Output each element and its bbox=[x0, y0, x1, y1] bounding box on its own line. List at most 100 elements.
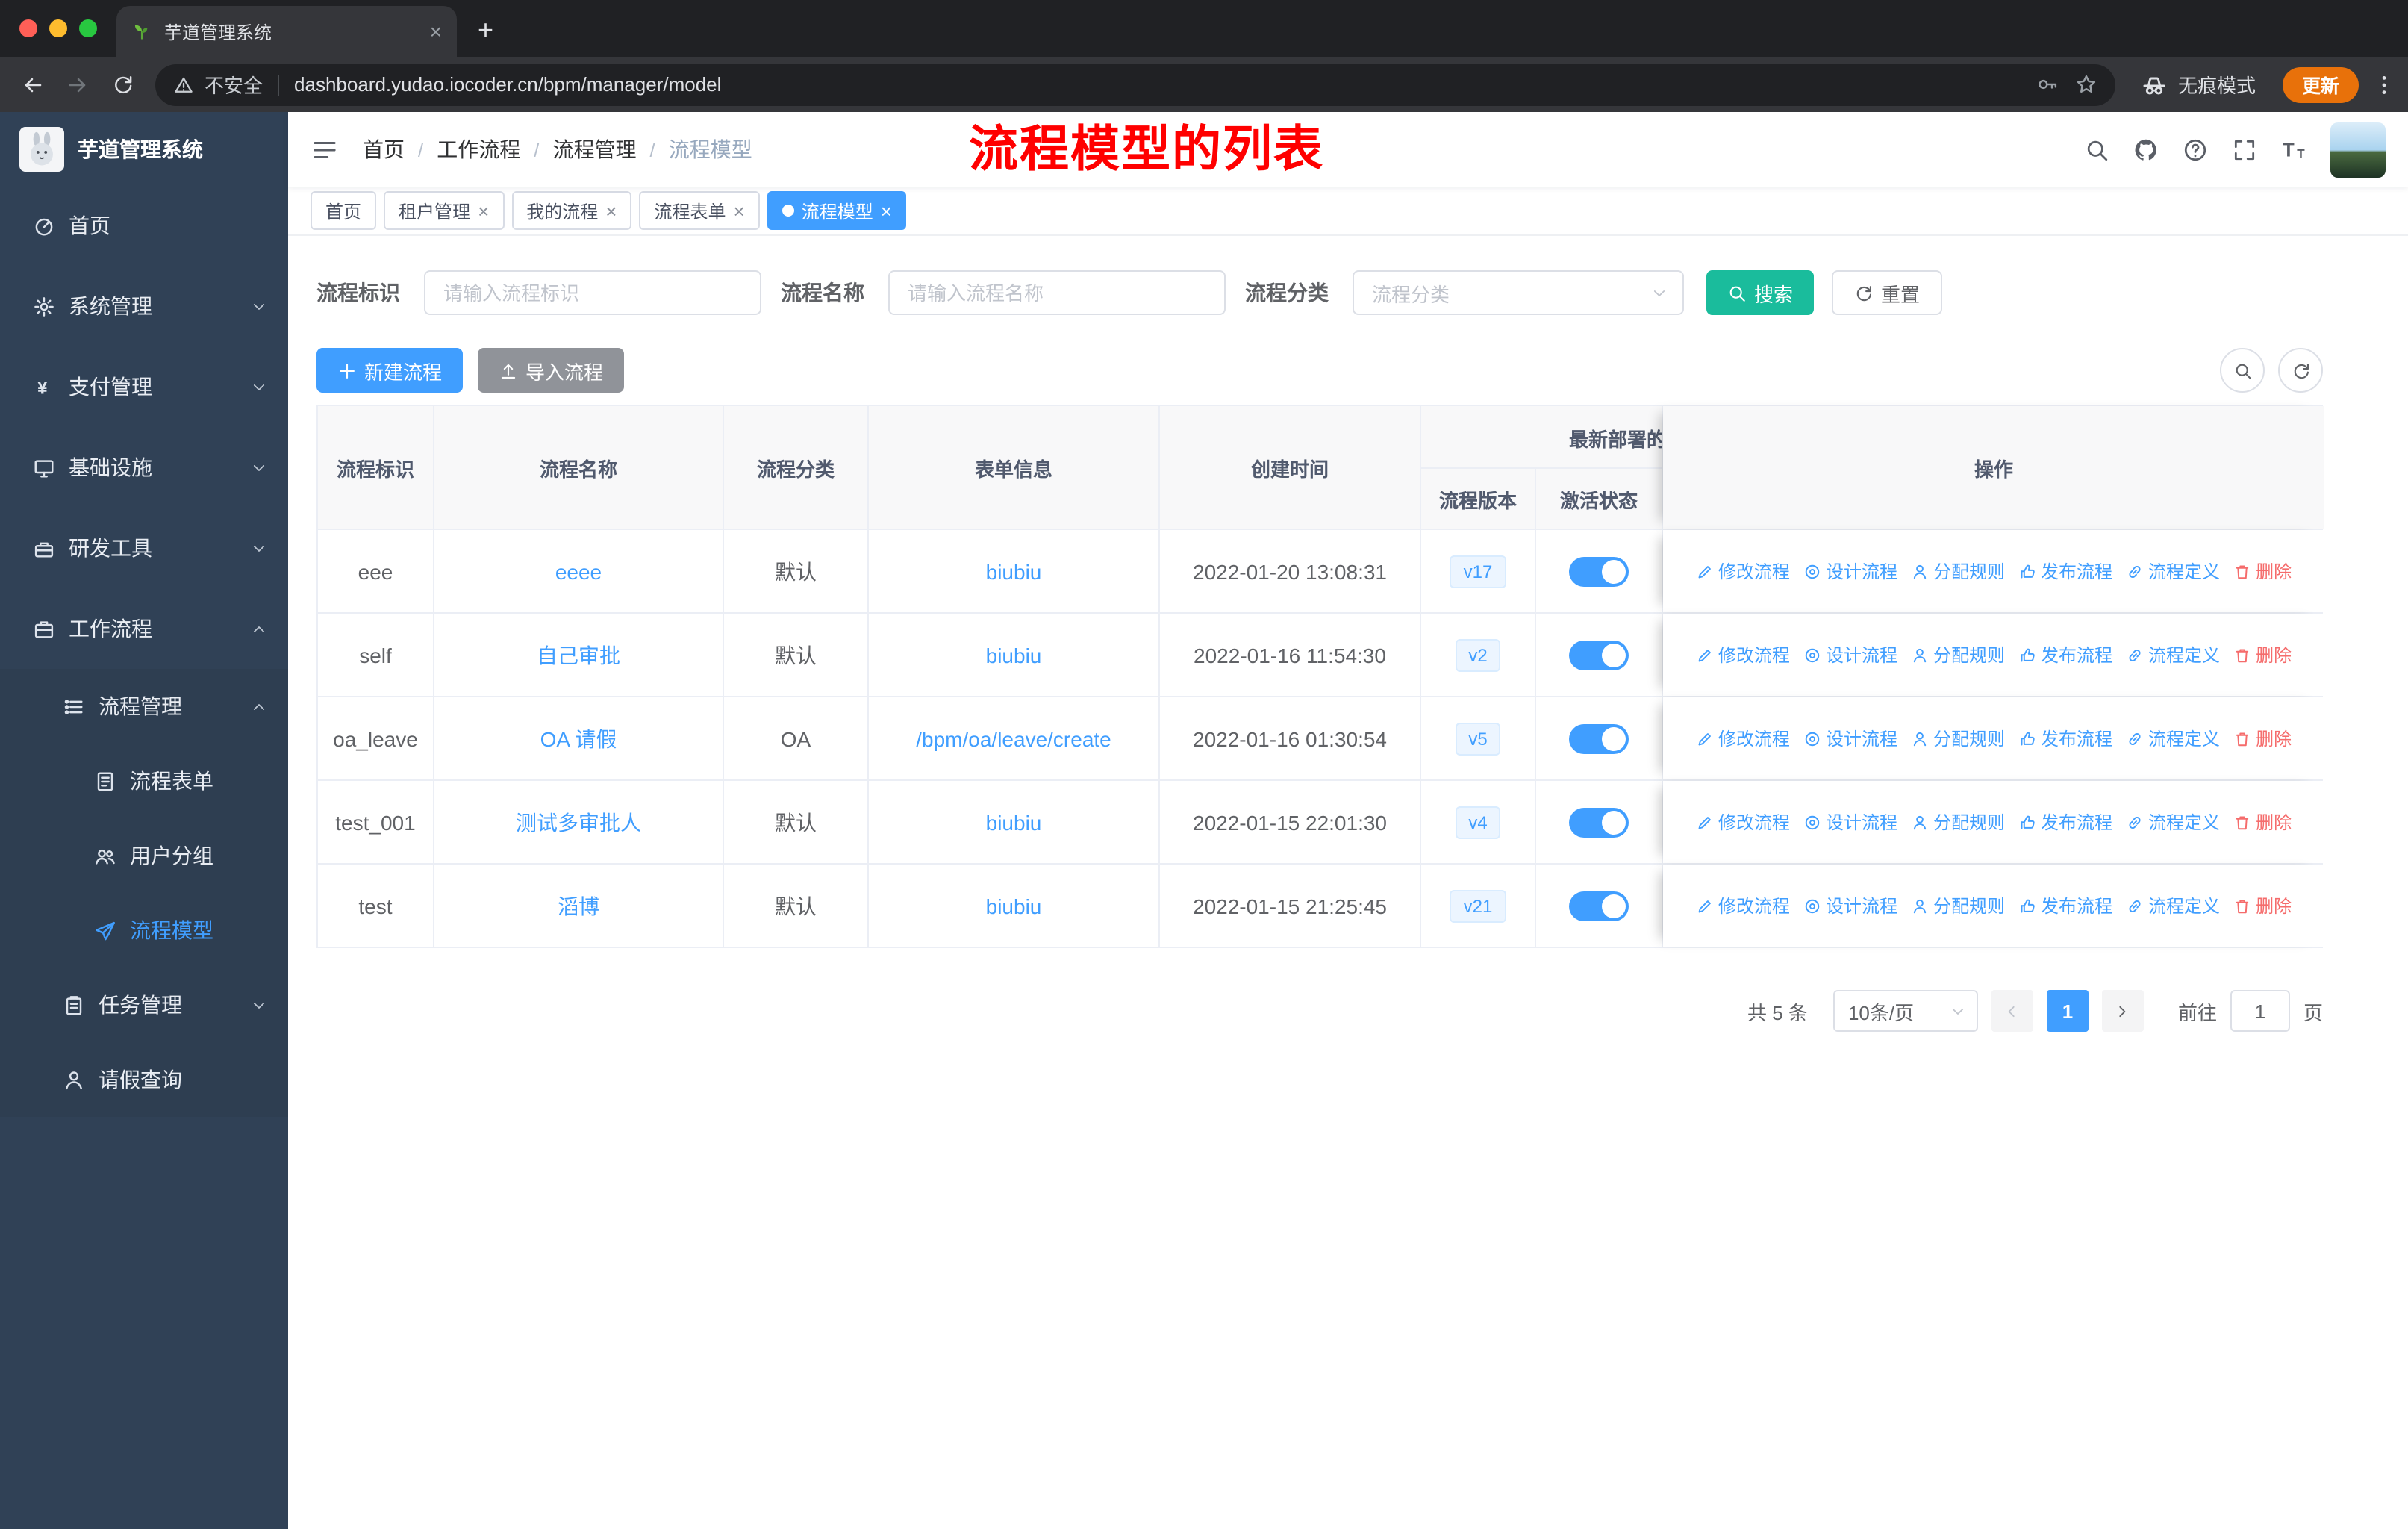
refresh-table-button[interactable] bbox=[2278, 348, 2323, 393]
help-icon[interactable] bbox=[2183, 137, 2208, 162]
process-id-input[interactable] bbox=[424, 270, 761, 315]
publish-link[interactable]: 发布流程 bbox=[2018, 809, 2112, 835]
new-tab-button[interactable]: + bbox=[478, 15, 493, 46]
update-button[interactable]: 更新 bbox=[2282, 66, 2359, 102]
form-info-link[interactable]: biubiu bbox=[986, 643, 1042, 667]
sidebar-item-home[interactable]: 首页 bbox=[0, 185, 288, 266]
active-toggle[interactable] bbox=[1569, 640, 1629, 670]
tag-close-icon[interactable]: × bbox=[605, 199, 617, 222]
category-select[interactable]: 流程分类 bbox=[1353, 270, 1684, 315]
publish-link[interactable]: 发布流程 bbox=[2018, 726, 2112, 751]
font-size-icon[interactable]: TT bbox=[2281, 137, 2306, 162]
modify-link[interactable]: 修改流程 bbox=[1696, 809, 1790, 835]
password-key-icon[interactable] bbox=[2036, 73, 2059, 96]
modify-link[interactable]: 修改流程 bbox=[1696, 893, 1790, 918]
version-badge[interactable]: v5 bbox=[1455, 722, 1501, 755]
prev-page-button[interactable] bbox=[1991, 990, 2033, 1032]
browser-menu-icon[interactable] bbox=[2372, 72, 2396, 96]
process-name-link[interactable]: eeee bbox=[555, 559, 602, 583]
modify-link[interactable]: 修改流程 bbox=[1696, 642, 1790, 667]
process-name-link[interactable]: 测试多审批人 bbox=[516, 807, 641, 837]
process-name-link[interactable]: OA 请假 bbox=[540, 723, 617, 753]
github-icon[interactable] bbox=[2133, 137, 2159, 162]
modify-link[interactable]: 修改流程 bbox=[1696, 558, 1790, 584]
active-toggle[interactable] bbox=[1569, 723, 1629, 753]
sidebar-item-system[interactable]: 系统管理 bbox=[0, 266, 288, 346]
create-process-button[interactable]: 新建流程 bbox=[316, 348, 464, 393]
header-search-icon[interactable] bbox=[2084, 137, 2109, 162]
publish-link[interactable]: 发布流程 bbox=[2018, 642, 2112, 667]
form-info-link[interactable]: biubiu bbox=[986, 810, 1042, 834]
sidebar-logo[interactable]: 芋道管理系统 bbox=[0, 112, 288, 185]
version-badge[interactable]: v17 bbox=[1450, 555, 1506, 588]
assign-rule-link[interactable]: 分配规则 bbox=[1911, 893, 2005, 918]
version-badge[interactable]: v4 bbox=[1455, 806, 1501, 838]
design-link[interactable]: 设计流程 bbox=[1803, 726, 1897, 751]
sidebar-item-process-management[interactable]: 流程管理 bbox=[0, 669, 288, 744]
process-name-link[interactable]: 滔博 bbox=[558, 891, 599, 921]
reload-button[interactable] bbox=[102, 63, 143, 105]
breadcrumb-item-workflow[interactable]: 工作流程 bbox=[437, 134, 520, 164]
close-window-button[interactable] bbox=[19, 19, 37, 37]
active-toggle[interactable] bbox=[1569, 807, 1629, 837]
sidebar-item-infrastructure[interactable]: 基础设施 bbox=[0, 427, 288, 508]
design-link[interactable]: 设计流程 bbox=[1803, 558, 1897, 584]
tag-close-icon[interactable]: × bbox=[734, 199, 745, 222]
tag-home[interactable]: 首页 bbox=[311, 191, 377, 230]
tag-my-process[interactable]: 我的流程 × bbox=[511, 191, 632, 230]
minimize-window-button[interactable] bbox=[49, 19, 67, 37]
modify-link[interactable]: 修改流程 bbox=[1696, 726, 1790, 751]
sidebar-item-task-management[interactable]: 任务管理 bbox=[0, 968, 288, 1042]
assign-rule-link[interactable]: 分配规则 bbox=[1911, 558, 2005, 584]
version-badge[interactable]: v2 bbox=[1455, 638, 1501, 671]
sidebar-item-process-form[interactable]: 流程表单 bbox=[0, 744, 288, 818]
page-size-select[interactable]: 10条/页 bbox=[1832, 990, 1978, 1032]
address-bar[interactable]: 不安全 dashboard.yudao.iocoder.cn/bpm/manag… bbox=[155, 63, 2115, 105]
tab-close-icon[interactable]: × bbox=[430, 19, 442, 43]
delete-link[interactable]: 删除 bbox=[2233, 642, 2292, 667]
design-link[interactable]: 设计流程 bbox=[1803, 809, 1897, 835]
forward-button[interactable] bbox=[57, 63, 99, 105]
tag-tenant-management[interactable]: 租户管理 × bbox=[384, 191, 505, 230]
assign-rule-link[interactable]: 分配规则 bbox=[1911, 809, 2005, 835]
search-button[interactable]: 搜索 bbox=[1706, 270, 1815, 315]
browser-tab[interactable]: 芋道管理系统 × bbox=[116, 6, 457, 57]
design-link[interactable]: 设计流程 bbox=[1803, 893, 1897, 918]
tag-close-icon[interactable]: × bbox=[881, 199, 892, 222]
definition-link[interactable]: 流程定义 bbox=[2126, 809, 2220, 835]
definition-link[interactable]: 流程定义 bbox=[2126, 893, 2220, 918]
publish-link[interactable]: 发布流程 bbox=[2018, 558, 2112, 584]
definition-link[interactable]: 流程定义 bbox=[2126, 558, 2220, 584]
breadcrumb-item-process-management[interactable]: 流程管理 bbox=[553, 134, 637, 164]
back-button[interactable] bbox=[12, 63, 54, 105]
tag-close-icon[interactable]: × bbox=[478, 199, 489, 222]
sidebar-item-devtools[interactable]: 研发工具 bbox=[0, 508, 288, 588]
toggle-search-button[interactable] bbox=[2220, 348, 2265, 393]
delete-link[interactable]: 删除 bbox=[2233, 726, 2292, 751]
definition-link[interactable]: 流程定义 bbox=[2126, 642, 2220, 667]
design-link[interactable]: 设计流程 bbox=[1803, 642, 1897, 667]
page-1-button[interactable]: 1 bbox=[2046, 990, 2089, 1032]
sidebar-item-leave-query[interactable]: 请假查询 bbox=[0, 1042, 288, 1117]
sidebar-toggle-icon[interactable] bbox=[311, 135, 339, 164]
active-toggle[interactable] bbox=[1569, 891, 1629, 921]
process-name-input[interactable] bbox=[888, 270, 1226, 315]
sidebar-item-workflow[interactable]: 工作流程 bbox=[0, 588, 288, 669]
next-page-button[interactable] bbox=[2101, 990, 2144, 1032]
sidebar-item-payment[interactable]: ¥ 支付管理 bbox=[0, 346, 288, 427]
version-badge[interactable]: v21 bbox=[1450, 889, 1506, 922]
form-info-link[interactable]: biubiu bbox=[986, 559, 1042, 583]
sidebar-item-process-model[interactable]: 流程模型 bbox=[0, 893, 288, 968]
assign-rule-link[interactable]: 分配规则 bbox=[1911, 726, 2005, 751]
delete-link[interactable]: 删除 bbox=[2233, 809, 2292, 835]
publish-link[interactable]: 发布流程 bbox=[2018, 893, 2112, 918]
bookmark-star-icon[interactable] bbox=[2075, 73, 2097, 96]
process-name-link[interactable]: 自己审批 bbox=[537, 640, 620, 670]
delete-link[interactable]: 删除 bbox=[2233, 893, 2292, 918]
form-info-link[interactable]: biubiu bbox=[986, 894, 1042, 918]
tag-process-model[interactable]: 流程模型 × bbox=[767, 191, 907, 230]
breadcrumb-item-home[interactable]: 首页 bbox=[363, 134, 405, 164]
fullscreen-icon[interactable] bbox=[2232, 137, 2257, 162]
goto-page-input[interactable] bbox=[2230, 990, 2290, 1032]
delete-link[interactable]: 删除 bbox=[2233, 558, 2292, 584]
